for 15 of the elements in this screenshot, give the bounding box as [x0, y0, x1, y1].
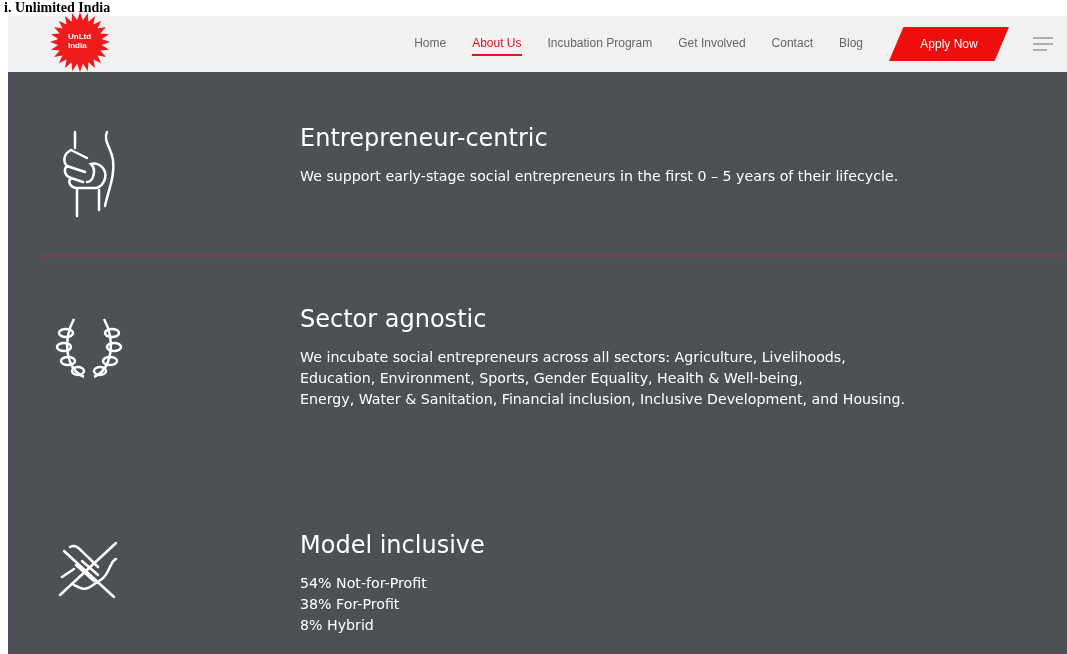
feature-title: Sector agnostic	[300, 305, 488, 333]
nav-link[interactable]: Blog	[838, 32, 863, 56]
feature-description: We incubate social entrepreneurs across all sectors: Agriculture, Livelihoods, Education, Environment, Sports, Gender Equality, Health & Well-being, Energy, Water & Sanitation, Financial inclusion, Inclusive Development, and Housing.	[300, 348, 906, 409]
feature-description: 54% Not-for-Profit 38% For-Profit 8% Hybrid	[300, 574, 428, 635]
apply-button[interactable]: Apply Now	[889, 27, 1009, 61]
nav-link[interactable]: About Us	[472, 32, 522, 56]
nav-link[interactable]: Home	[414, 32, 447, 56]
feature-title: Model inclusive	[300, 531, 486, 559]
nav-link[interactable]: Contact	[771, 32, 813, 56]
feature-title: Entrepreneur-centric	[300, 124, 549, 152]
feature-description: We support early-stage social entrepreneurs in the first 0 – 5 years of their lifecycle.	[300, 167, 900, 186]
logo-text: UnLtd India	[68, 32, 92, 50]
menu-icon[interactable]	[1033, 37, 1053, 51]
nav-link[interactable]: Incubation Program	[547, 32, 653, 56]
nav-link[interactable]: Get Involved	[678, 32, 746, 56]
